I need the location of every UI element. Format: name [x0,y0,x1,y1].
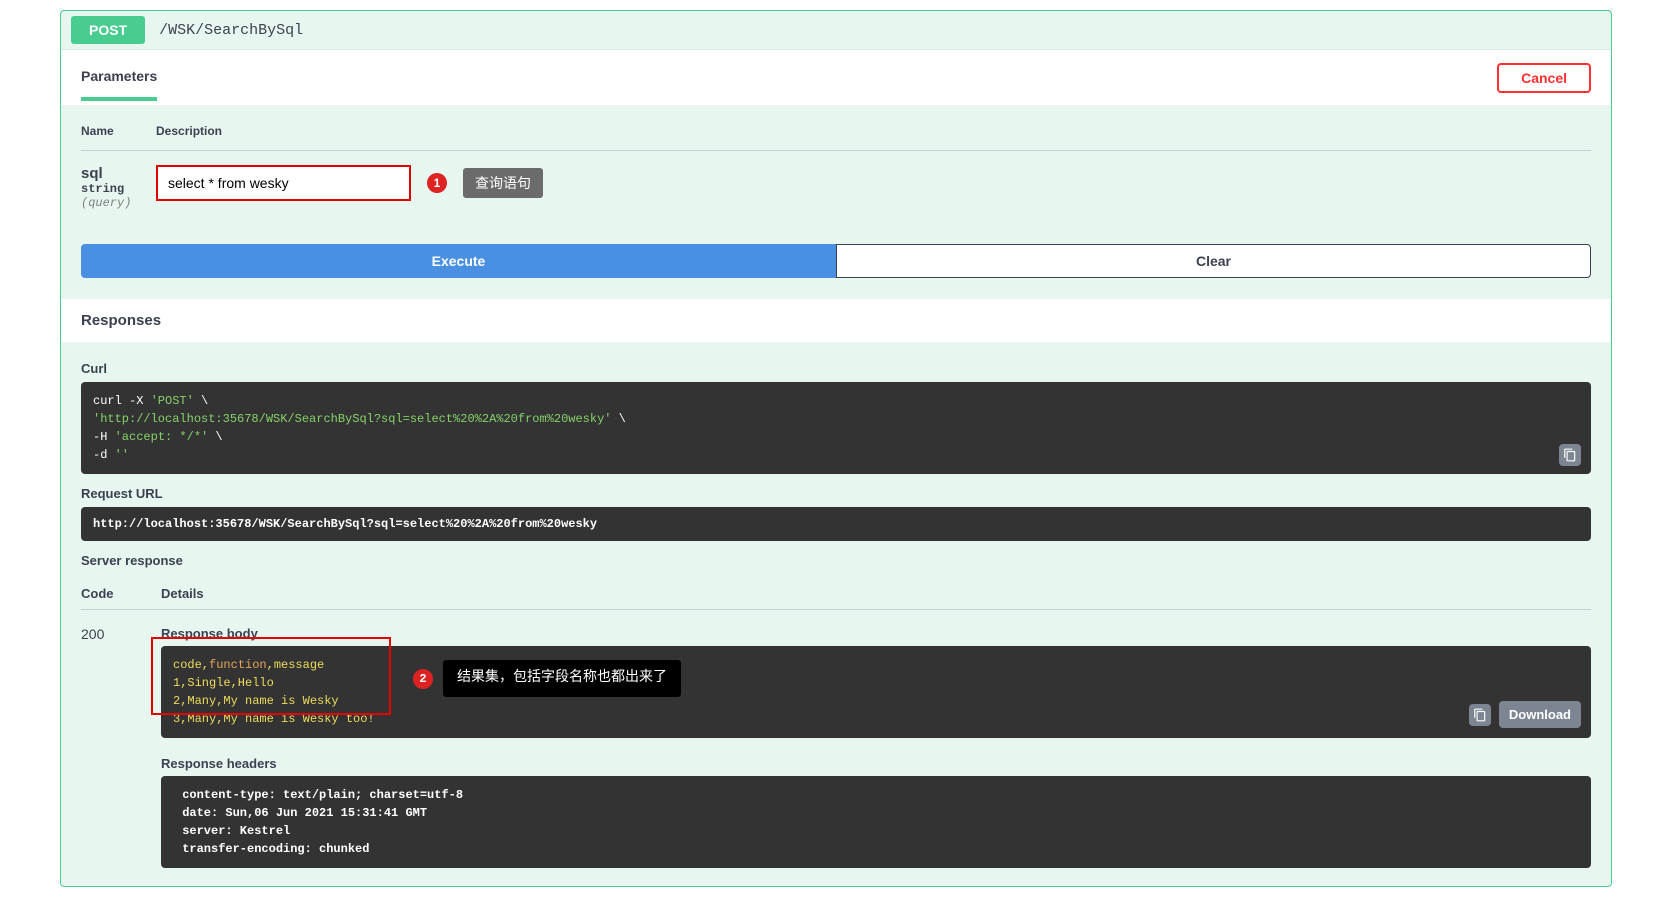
parameters-section: Name Description sql string (query) 1 查询… [61,106,1611,240]
param-name: sql [81,165,156,182]
clipboard-icon [1473,708,1487,722]
execute-button[interactable]: Execute [81,244,836,278]
operation-summary[interactable]: POST /WSK/SearchBySql [61,11,1611,50]
response-row: 200 Response body code,function,message … [81,610,1591,868]
curl-text: -d [93,448,115,462]
download-button[interactable]: Download [1499,701,1581,728]
param-table-header: Name Description [81,124,1591,151]
header-name: Name [81,124,156,138]
operation-block: POST /WSK/SearchBySql Parameters Cancel … [60,10,1612,887]
http-method-badge: POST [71,16,145,44]
responses-title: Responses [61,298,1611,343]
response-headers-label: Response headers [161,756,1591,771]
code-header: Code [81,586,161,601]
curl-text: curl -X [93,394,151,408]
param-in: (query) [81,196,156,210]
action-buttons: Execute Clear [61,240,1611,298]
resp-text: ,message [267,658,325,672]
param-name-cell: sql string (query) [81,165,156,210]
details-header: Code Details [81,574,1591,610]
callout-2: 2 结果集，包括字段名称也都出来了 [413,660,681,697]
response-actions: Download [1469,701,1581,728]
details-header-label: Details [161,586,1591,601]
clear-button[interactable]: Clear [836,244,1591,278]
status-code: 200 [81,626,161,868]
curl-block: curl -X 'POST' \ 'http://localhost:35678… [81,382,1591,474]
callout-badge-2: 2 [413,669,433,689]
request-url-label: Request URL [81,486,1591,501]
resp-text: function [209,658,267,672]
curl-text: \ [194,394,208,408]
curl-label: Curl [81,361,1591,376]
curl-text: -H [93,430,115,444]
resp-text: 1,Single,Hello [173,674,1579,692]
curl-text: 'accept: */*' [115,430,209,444]
response-headers-block: content-type: text/plain; charset=utf-8 … [161,776,1591,868]
copy-response-icon[interactable] [1469,704,1491,726]
resp-text: 2,Many,My name is Wesky [173,692,1579,710]
resp-text: 3,Many,My name is Wesky too! [173,710,1579,728]
resp-text: code, [173,658,209,672]
curl-text: 'http://localhost:35678/WSK/SearchBySql?… [93,412,611,426]
server-response-label: Server response [81,553,1591,568]
curl-text: \ [611,412,625,426]
curl-text: '' [115,448,129,462]
copy-curl-icon[interactable] [1559,444,1581,466]
sql-input[interactable] [156,165,411,201]
callout-text-2: 结果集，包括字段名称也都出来了 [443,660,681,697]
operation-path: /WSK/SearchBySql [159,22,303,39]
parameters-tab[interactable]: Parameters [81,68,157,101]
response-body-label: Response body [161,626,1591,641]
response-body-wrap: code,function,message 1,Single,Hello 2,M… [161,646,1591,738]
cancel-button[interactable]: Cancel [1497,63,1591,93]
header-description: Description [156,124,1591,138]
callout-badge-1: 1 [427,173,447,193]
responses-section: Curl curl -X 'POST' \ 'http://localhost:… [61,343,1611,886]
response-body-block: code,function,message 1,Single,Hello 2,M… [161,646,1591,738]
request-url-block: http://localhost:35678/WSK/SearchBySql?s… [81,507,1591,541]
param-row: sql string (query) 1 查询语句 [81,151,1591,210]
curl-text: 'POST' [151,394,194,408]
param-desc-cell: 1 查询语句 [156,165,1591,201]
callout-text-1: 查询语句 [463,168,543,198]
response-detail-cell: Response body code,function,message 1,Si… [161,626,1591,868]
param-type: string [81,182,156,196]
clipboard-icon [1563,448,1577,462]
curl-text: \ [208,430,222,444]
parameters-bar: Parameters Cancel [61,50,1611,106]
